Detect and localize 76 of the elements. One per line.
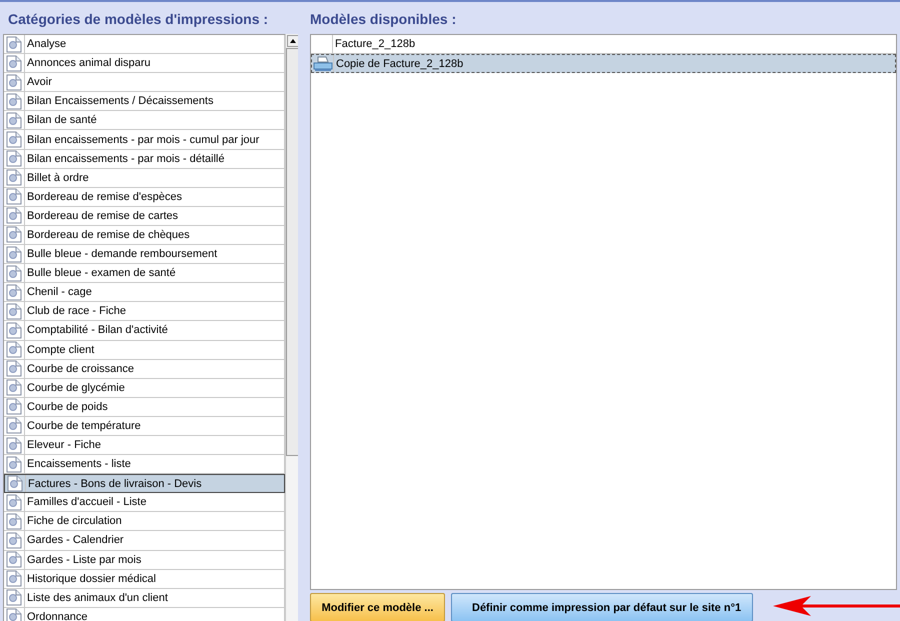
document-icon: [5, 436, 23, 454]
document-icon: [5, 532, 23, 549]
document-icon: [5, 92, 23, 110]
category-label: Bordereau de remise de cartes: [26, 210, 178, 222]
document-icon: [5, 188, 23, 206]
category-label: Gardes - Liste par mois: [26, 554, 142, 566]
document-icon: [6, 475, 24, 492]
document-icon: [5, 398, 23, 416]
category-label: Bilan encaissements - par mois - cumul par jour: [26, 134, 260, 146]
category-label: Bulle bleue - examen de santé: [26, 267, 176, 280]
category-label: Bilan de santé: [26, 114, 97, 126]
up-arrow-icon: [290, 39, 296, 43]
document-icon: [5, 169, 23, 186]
document-icon: [5, 512, 23, 530]
document-icon: [5, 341, 23, 358]
category-label: Courbe de croissance: [26, 362, 134, 375]
document-icon: [5, 54, 23, 72]
document-icon: [5, 379, 23, 396]
document-icon: [5, 551, 23, 568]
category-label: Courbe de température: [26, 420, 141, 432]
document-icon: [5, 131, 23, 148]
document-icon: [5, 207, 23, 224]
document-icon: [5, 608, 23, 621]
document-icon: [5, 570, 23, 588]
scroll-up-button[interactable]: [287, 35, 298, 47]
printer-icon: [312, 56, 332, 72]
category-label: Courbe de glycémie: [26, 382, 125, 394]
set-default-button[interactable]: Définir comme impression par défaut sur le site n°1: [451, 593, 753, 621]
document-icon: [5, 589, 23, 606]
document-icon: [5, 150, 23, 168]
category-label: Bulle bleue - demande remboursement: [26, 248, 218, 260]
document-icon: [5, 112, 23, 129]
document-icon: [5, 246, 23, 263]
category-label: Chenil - cage: [26, 286, 92, 298]
panel-title: Modèles disponibles :: [310, 10, 458, 29]
category-label: Comptabilité - Bilan d'activité: [26, 324, 168, 336]
category-label: Analyse: [26, 38, 66, 50]
document-icon: [5, 226, 23, 244]
category-label: Courbe de poids: [26, 400, 108, 413]
document-icon: [5, 360, 23, 378]
model-row[interactable]: Copie de Facture_2_128b: [311, 54, 896, 73]
document-icon: [5, 36, 23, 53]
category-label: Gardes - Calendrier: [26, 534, 124, 546]
category-label: Encaissements - liste: [26, 458, 131, 470]
scrollbar[interactable]: [285, 34, 298, 621]
category-label: Annonces animal disparu: [26, 57, 151, 70]
document-icon: [5, 322, 23, 339]
category-label: Bordereau de remise de chèques: [26, 228, 190, 241]
panel-title: Catégories de modèles d'impressions :: [7, 10, 270, 29]
document-icon: [5, 74, 23, 91]
category-label: Historique dossier médical: [26, 572, 156, 585]
document-icon: [5, 264, 23, 282]
edit-button[interactable]: Modifier ce modèle ...: [310, 593, 445, 621]
category-label: Bilan Encaissements / Décaissements: [26, 95, 214, 108]
document-icon: [5, 284, 23, 301]
category-row[interactable]: Factures - Bons de livraison - Devis: [4, 474, 285, 494]
document-icon: [5, 302, 23, 320]
category-label: Eleveur - Fiche: [26, 439, 101, 452]
category-label: Club de race - Fiche: [26, 305, 126, 318]
category-label: Bordereau de remise d'espèces: [26, 190, 182, 203]
category-label: Compte client: [26, 344, 94, 356]
category-label: Avoir: [26, 76, 52, 88]
document-icon: [5, 456, 23, 473]
category-label: Liste des animaux d'un client: [26, 592, 168, 604]
category-label: Fiche de circulation: [26, 515, 122, 528]
category-label: Billet à ordre: [26, 172, 89, 184]
category-label: Familles d'accueil - Liste: [26, 496, 146, 508]
model-label: Facture_2_128b: [334, 38, 416, 50]
scroll-thumb[interactable]: [286, 48, 298, 456]
document-icon: [5, 417, 23, 434]
model-row[interactable]: Facture_2_128b: [311, 35, 896, 54]
document-icon: [5, 494, 23, 511]
category-label: Ordonnance: [26, 610, 88, 621]
category-label: Bilan encaissements - par mois - détaillé: [26, 152, 224, 165]
model-label: Copie de Facture_2_128b: [335, 58, 464, 70]
category-label: Factures - Bons de livraison - Devis: [27, 478, 202, 490]
